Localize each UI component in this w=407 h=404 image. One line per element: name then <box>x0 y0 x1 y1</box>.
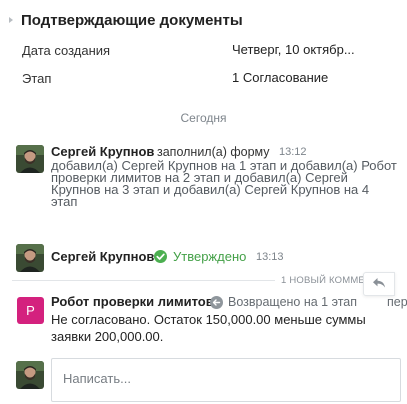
section-collapse-icon[interactable] <box>9 17 13 23</box>
avatar[interactable] <box>16 145 44 173</box>
comment-author[interactable]: Робот проверки лимитов <box>51 294 214 309</box>
check-icon <box>154 250 167 263</box>
comment-body: Не согласовано. Остаток 150,000.00 меньш… <box>51 311 407 345</box>
entry-body: добавил(а) Сергей Крупнов на 1 этап и до… <box>51 159 407 209</box>
avatar[interactable] <box>16 244 44 272</box>
field-value-created: Четверг, 10 октябр... <box>232 42 355 57</box>
status-approved: Утверждено <box>173 249 247 264</box>
entry-author[interactable]: Сергей Крупнов <box>51 249 154 264</box>
comment-input[interactable] <box>52 359 394 397</box>
comment-body-line: Не согласовано. Остаток 150,000.00 меньш… <box>51 312 366 327</box>
return-icon <box>210 296 223 309</box>
entry-action: заполнил(а) форму <box>157 145 270 159</box>
day-divider: Сегодня <box>180 111 227 125</box>
field-value-stage: 1 Согласование <box>232 70 329 85</box>
field-label-created: Дата создания <box>22 43 111 58</box>
entry-author[interactable]: Сергей Крупнов <box>51 144 154 159</box>
comment-input-container <box>51 358 401 402</box>
field-label-stage: Этап <box>22 71 52 86</box>
reply-button[interactable] <box>363 272 395 296</box>
returned-status: Возвращено на 1 этап <box>228 295 358 309</box>
avatar[interactable]: Р <box>17 297 44 324</box>
reply-icon <box>373 278 385 288</box>
entry-time: 13:13 <box>256 251 284 263</box>
entry-time: 13:12 <box>279 146 307 158</box>
avatar <box>16 361 44 389</box>
entry-body-line: Крупнов на 3 этап и добавил(а) Сергей Кр… <box>51 182 370 197</box>
section-title: Подтверждающие документы <box>21 12 243 29</box>
returned-status-tail: пере <box>387 295 407 309</box>
new-comments-divider <box>12 280 275 281</box>
comment-body-line: заявки 200,000.00. <box>51 329 164 344</box>
entry-body-line: этап <box>51 194 78 209</box>
